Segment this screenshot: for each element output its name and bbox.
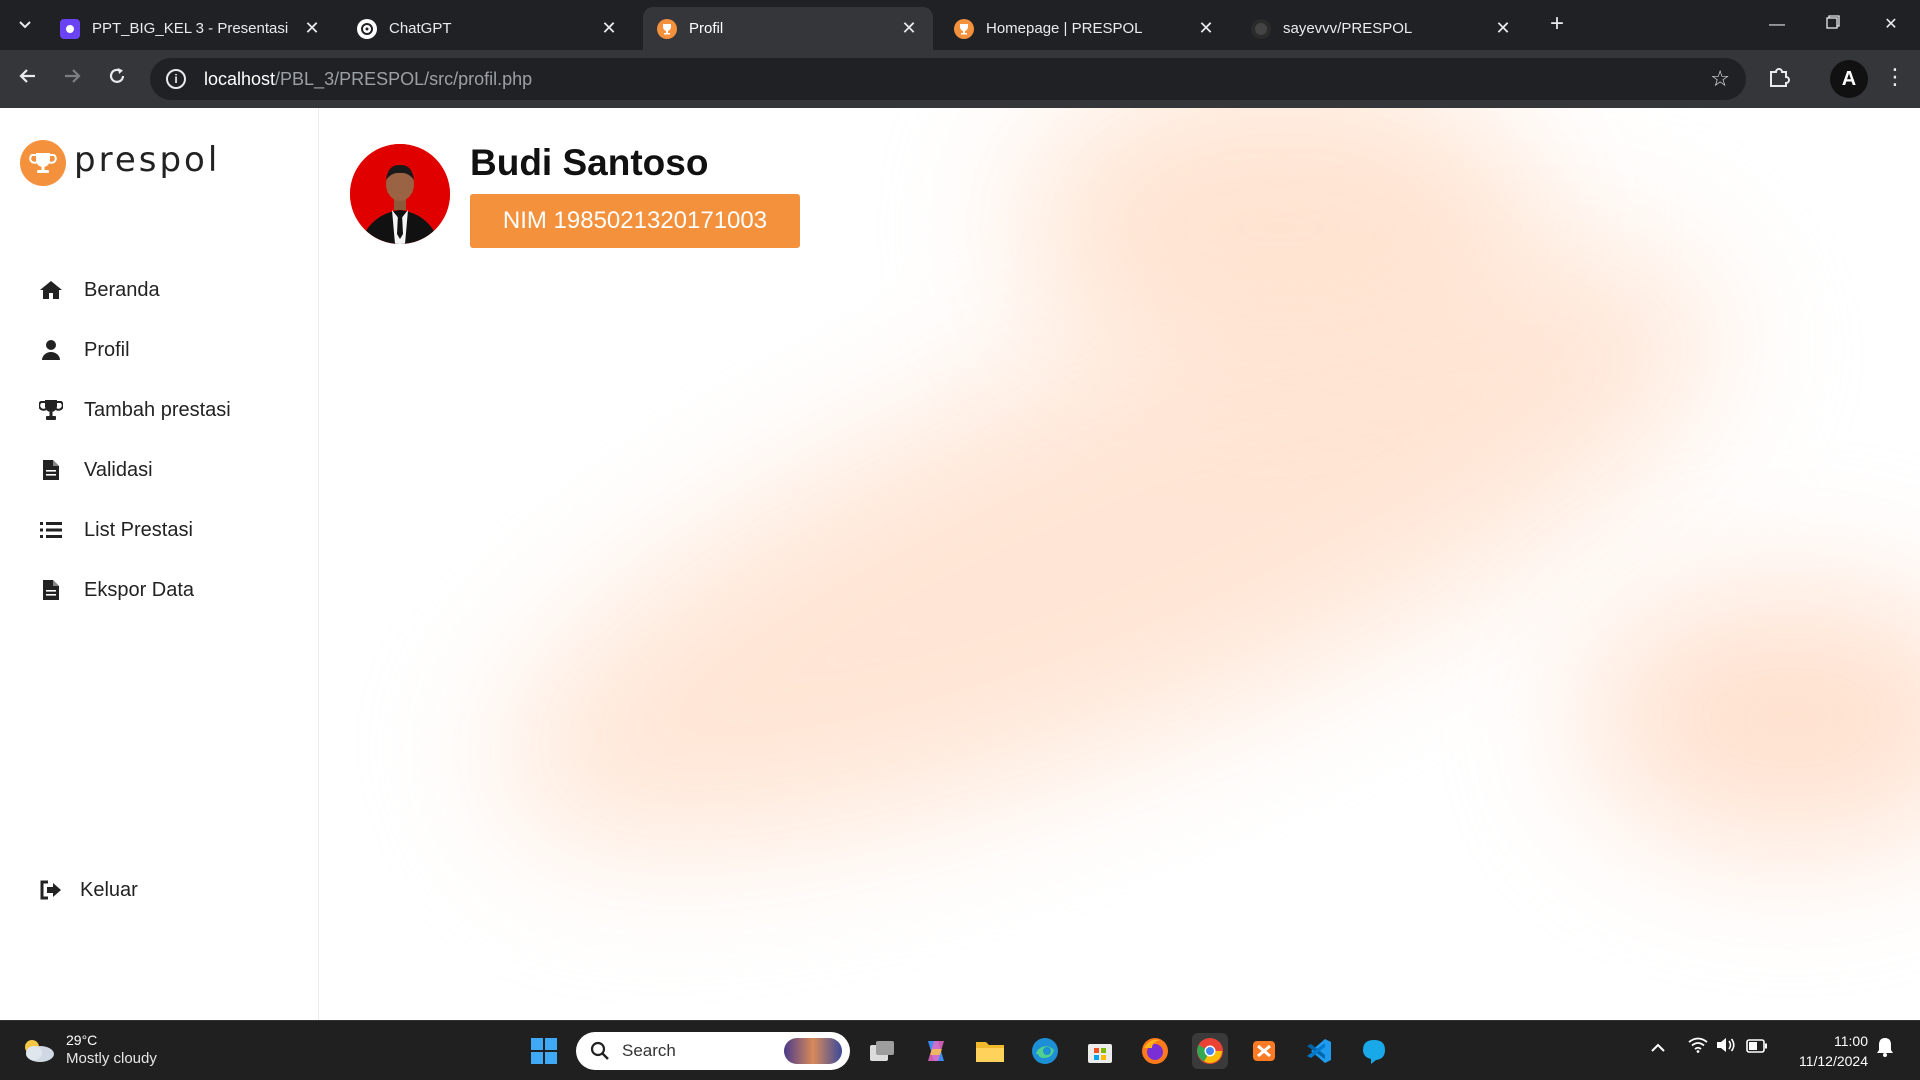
close-window-icon[interactable]: ✕ (1876, 10, 1906, 40)
more-menu-icon[interactable]: ⋮ (1884, 64, 1906, 90)
back-arrow-icon[interactable] (12, 63, 44, 95)
weather-temperature: 29°C (66, 1032, 98, 1048)
github-icon (1251, 18, 1271, 39)
close-tab-icon[interactable]: ✕ (1493, 18, 1513, 39)
system-clock[interactable]: 11:00 11/12/2024 (1780, 1031, 1868, 1071)
sidebar-item-label: Profil (84, 338, 130, 361)
wifi-icon[interactable] (1688, 1037, 1708, 1058)
sidebar-item-label: Tambah prestasi (84, 398, 231, 421)
profile-photo (350, 144, 450, 244)
chrome-icon[interactable] (1192, 1033, 1228, 1069)
edge-browser-icon[interactable] (1027, 1033, 1063, 1069)
sidebar-item-list-prestasi[interactable]: List Prestasi (38, 512, 193, 548)
prespol-favicon-icon (954, 18, 974, 39)
restore-window-icon[interactable] (1818, 10, 1848, 40)
chatgpt-icon (357, 18, 377, 39)
tab-search-dropdown-icon[interactable] (12, 12, 38, 38)
sign-out-icon (38, 878, 64, 902)
home-icon (38, 278, 64, 302)
sidebar-item-beranda[interactable]: Beranda (38, 272, 160, 308)
close-tab-icon[interactable]: ✕ (1196, 18, 1216, 39)
file-icon (38, 578, 64, 602)
clock-date: 11/12/2024 (1798, 1053, 1868, 1069)
tab-title: Homepage | PRESPOL (986, 20, 1143, 37)
browser-toolbar: i localhost/PBL_3/PRESPOL/src/profil.php… (0, 50, 1920, 108)
sidebar-item-label: Validasi (84, 458, 153, 481)
windows-taskbar: 29°C Mostly cloudy Search 11:00 11/12/20… (0, 1020, 1920, 1080)
url-host: localhost (204, 68, 276, 89)
list-icon (38, 518, 64, 542)
tab-title: Profil (689, 20, 724, 37)
browser-tab-chatgpt[interactable]: ChatGPT ✕ (343, 7, 633, 50)
forward-arrow-icon[interactable] (56, 63, 88, 95)
profile-name: Budi Santoso (470, 142, 709, 183)
tab-title: sayevvv/PRESPOL (1283, 20, 1413, 37)
sidebar-item-validasi[interactable]: Validasi (38, 452, 153, 488)
logout-label: Keluar (80, 878, 138, 901)
windows-start-icon[interactable] (526, 1033, 562, 1069)
prespol-favicon-icon (657, 18, 677, 39)
close-tab-icon[interactable]: ✕ (302, 18, 322, 39)
browser-tab-github[interactable]: sayevvv/PRESPOL ✕ (1237, 7, 1527, 50)
weather-widget[interactable]: 29°C Mostly cloudy (20, 1031, 157, 1069)
profile-content: Budi Santoso NIM 1985021320171003 (320, 108, 1920, 1020)
notification-bell-icon[interactable] (1876, 1037, 1894, 1062)
sidebar-item-label: List Prestasi (84, 518, 193, 541)
address-bar[interactable]: i localhost/PBL_3/PRESPOL/src/profil.php… (150, 58, 1746, 100)
browser-tabstrip: PPT_BIG_KEL 3 - Presentasi ✕ ChatGPT ✕ P… (0, 0, 1920, 50)
clock-time: 11:00 (1834, 1033, 1868, 1049)
sidebar-item-label: Beranda (84, 278, 160, 301)
vscode-icon[interactable] (1301, 1033, 1337, 1069)
reload-icon[interactable] (101, 63, 133, 95)
weather-condition: Mostly cloudy (66, 1050, 157, 1067)
browser-tab-presentation[interactable]: PPT_BIG_KEL 3 - Presentasi ✕ (46, 7, 336, 50)
extensions-puzzle-icon[interactable] (1766, 64, 1796, 94)
messenger-app-icon[interactable] (1356, 1033, 1392, 1069)
minimize-window-icon[interactable]: — (1762, 10, 1792, 40)
canva-icon (60, 18, 80, 39)
close-tab-icon[interactable]: ✕ (899, 18, 919, 39)
app-logo[interactable]: prespol (20, 140, 220, 186)
file-icon (38, 458, 64, 482)
sidebar-item-label: Ekspor Data (84, 578, 195, 601)
new-tab-plus-icon[interactable]: + (1544, 12, 1570, 38)
xampp-icon[interactable] (1246, 1033, 1282, 1069)
tab-title: PPT_BIG_KEL 3 - Presentasi (92, 20, 289, 37)
user-icon (38, 338, 64, 362)
trophy-logo-icon (20, 140, 66, 186)
sidebar-item-tambah-prestasi[interactable]: Tambah prestasi (38, 392, 231, 428)
browser-tab-profil[interactable]: Profil ✕ (643, 7, 933, 50)
nim-badge: NIM 1985021320171003 (470, 194, 800, 248)
volume-icon[interactable] (1716, 1037, 1736, 1058)
copilot-icon[interactable] (918, 1033, 954, 1069)
trophy-icon (38, 398, 64, 422)
bookmark-star-icon[interactable]: ☆ (1710, 66, 1730, 92)
url-path: /PBL_3/PRESPOL/src/profil.php (275, 68, 533, 89)
taskbar-search-box[interactable]: Search (576, 1032, 850, 1070)
web-page: prespol Beranda Profil Tambah prestasi V… (0, 108, 1920, 1020)
close-tab-icon[interactable]: ✕ (599, 18, 619, 39)
site-info-icon[interactable]: i (166, 69, 186, 89)
url-text: localhost/PBL_3/PRESPOL/src/profil.php (204, 69, 532, 90)
background-gradient (1580, 588, 1920, 848)
search-label: Search (622, 1041, 676, 1060)
show-hidden-icons-chevron-icon[interactable] (1650, 1037, 1666, 1058)
sidebar-item-profil[interactable]: Profil (38, 332, 130, 368)
logout-button[interactable]: Keluar (38, 872, 138, 908)
search-highlight-icon (784, 1038, 842, 1064)
battery-icon[interactable] (1746, 1037, 1768, 1058)
microsoft-store-icon[interactable] (1082, 1033, 1118, 1069)
task-view-icon[interactable] (864, 1033, 900, 1069)
browser-tab-homepage[interactable]: Homepage | PRESPOL ✕ (940, 7, 1230, 50)
sidebar-item-ekspor-data[interactable]: Ekspor Data (38, 572, 194, 608)
firefox-icon[interactable] (1137, 1033, 1173, 1069)
logo-text: prespol (74, 140, 221, 180)
search-icon (590, 1041, 609, 1060)
sidebar: prespol Beranda Profil Tambah prestasi V… (0, 108, 319, 1020)
cloudy-weather-icon (20, 1037, 56, 1063)
profile-avatar-icon[interactable]: A (1830, 60, 1868, 98)
tab-title: ChatGPT (389, 20, 452, 37)
file-explorer-icon[interactable] (972, 1033, 1008, 1069)
